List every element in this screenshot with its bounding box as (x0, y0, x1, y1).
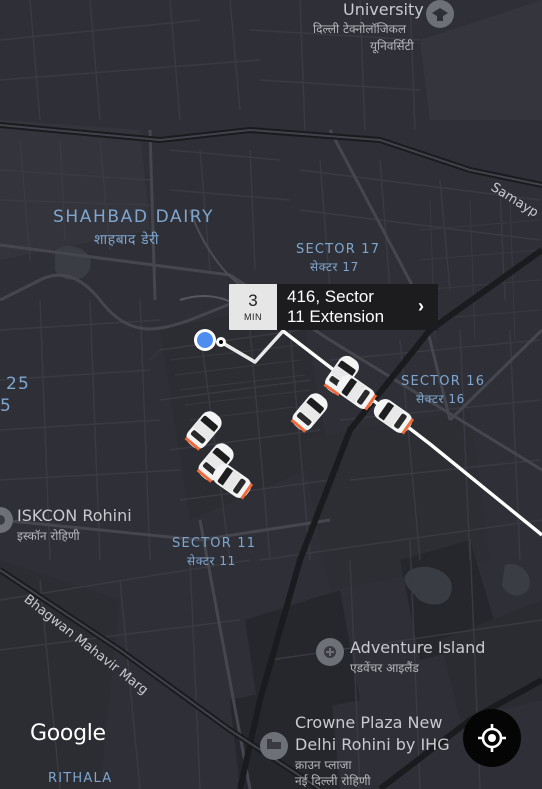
eta-minutes: 3 (248, 291, 258, 310)
crowne-plaza-label-2[interactable]: Delhi Rohini by IHG (295, 735, 450, 754)
area-label-sector16: SECTOR 16 (401, 374, 486, 389)
eta-destination-line2: 11 Extension (287, 307, 385, 326)
area-label-shahbad: SHAHBAD DAIRY (53, 207, 215, 227)
area-label-rithala: RITHALA (48, 771, 113, 786)
area-label-sector11-hi: सेक्टर 11 (187, 554, 236, 568)
area-label-sector17-hi: सेक्टर 17 (310, 260, 359, 274)
edge-area-number-2: 5 (0, 396, 13, 416)
university-label-hi: दिल्ली टेक्नोलॉजिकल (313, 22, 406, 36)
adventure-island-pin-icon[interactable] (316, 638, 344, 666)
area-label-shahbad-hi: शाहबाद डेरी (94, 232, 160, 248)
university-label[interactable]: University (343, 0, 424, 19)
iskcon-label[interactable]: ISKCON Rohini (17, 506, 132, 525)
chevron-right-icon: › (418, 296, 424, 316)
area-label-sector16-hi: सेक्टर 16 (416, 392, 465, 406)
eta-minutes-box: 3 MIN (229, 284, 277, 330)
university-label-hi-2: यूनिवर्सिटी (370, 39, 414, 53)
iskcon-label-hi: इस्कॉन रोहिणी (17, 529, 80, 543)
google-logo: Google (30, 721, 106, 746)
eta-destination[interactable]: 416, Sector 11 Extension › (277, 284, 438, 330)
edge-area-number: 25 (6, 374, 31, 394)
area-label-sector17: SECTOR 17 (296, 242, 381, 257)
crowne-plaza-label-hi: क्राउन प्लाजा (295, 758, 352, 772)
university-pin-icon[interactable] (426, 0, 454, 28)
hotel-pin-icon[interactable] (260, 732, 288, 760)
adventure-island-label-hi: एडवेंचर आइलैंड (350, 661, 419, 675)
eta-unit: MIN (244, 312, 262, 322)
locate-me-button[interactable] (463, 709, 521, 767)
crosshair-target-icon (478, 724, 506, 752)
adventure-island-label[interactable]: Adventure Island (350, 638, 485, 657)
eta-callout[interactable]: 3 MIN 416, Sector 11 Extension › (229, 284, 438, 330)
area-label-sector11: SECTOR 11 (172, 536, 257, 551)
eta-destination-line1: 416, Sector (287, 287, 374, 306)
crowne-plaza-label-hi-2: नई दिल्ली रोहिणी (295, 774, 371, 788)
crowne-plaza-label[interactable]: Crowne Plaza New (295, 713, 442, 732)
